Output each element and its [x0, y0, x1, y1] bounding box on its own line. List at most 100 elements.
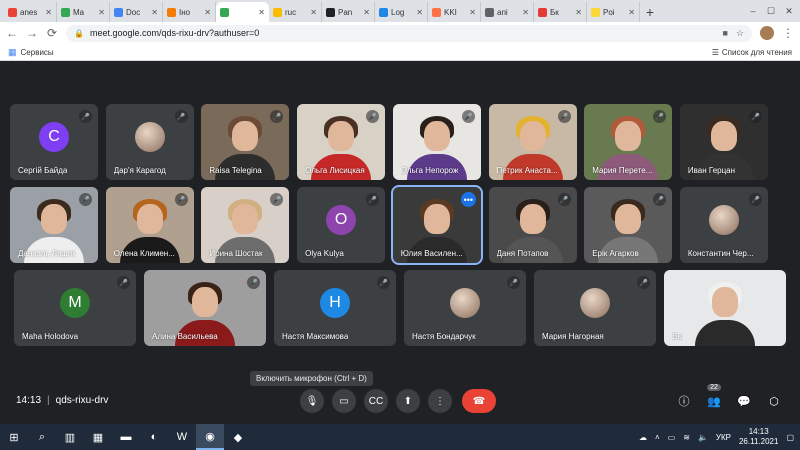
captions-button[interactable]: CC: [364, 389, 388, 413]
tile-options-icon[interactable]: •••: [460, 192, 476, 207]
mic-off-icon: 🎤: [79, 110, 92, 123]
participant-tile[interactable]: 🎤 Алина Васильева: [144, 270, 266, 346]
participant-name: Ольга Лисицкая: [305, 166, 365, 175]
browser-tab[interactable]: Poi ✕: [587, 2, 640, 22]
volume-icon[interactable]: 🔈: [698, 433, 708, 442]
edge-icon[interactable]: ◐: [140, 424, 168, 450]
tab-close-icon[interactable]: ✕: [628, 8, 635, 17]
tab-close-icon[interactable]: ✕: [416, 8, 423, 17]
participant-tile[interactable]: 🎤 Ерік Агарков: [584, 187, 673, 263]
windows-start-icon[interactable]: ⊞: [0, 424, 28, 450]
network-icon[interactable]: ▭: [668, 433, 676, 442]
tab-close-icon[interactable]: ✕: [522, 8, 529, 17]
tab-close-icon[interactable]: ✕: [469, 8, 476, 17]
minimize-icon[interactable]: –: [744, 0, 762, 22]
app-icon[interactable]: ◆: [224, 424, 252, 450]
profile-avatar[interactable]: [760, 26, 774, 40]
participant-tile[interactable]: M 🎤 Maha Holodova: [14, 270, 136, 346]
participant-tile[interactable]: 🎤 Петрик Анаста...: [488, 104, 577, 180]
new-tab-icon[interactable]: +: [640, 2, 660, 22]
file-explorer-icon[interactable]: ▬: [112, 424, 140, 450]
tab-close-icon[interactable]: ✕: [575, 8, 582, 17]
activities-button[interactable]: ⬡: [765, 392, 783, 410]
bookmark-services[interactable]: Сервисы: [21, 48, 54, 57]
bookmark-star-icon[interactable]: ☆: [736, 28, 744, 39]
participant-tile[interactable]: 🎤 Мария Нагорная: [534, 270, 656, 346]
back-icon[interactable]: ←: [6, 26, 18, 40]
apps-grid-icon[interactable]: ▦: [8, 47, 17, 58]
tab-close-icon[interactable]: ✕: [151, 8, 158, 17]
menu-dots-icon[interactable]: ⋮: [782, 26, 794, 40]
participant-tile[interactable]: 🎤 Константин Чер...: [679, 187, 768, 263]
tab-close-icon[interactable]: ✕: [363, 8, 370, 17]
tab-close-icon[interactable]: ✕: [45, 8, 52, 17]
maximize-icon[interactable]: ☐: [762, 0, 780, 22]
browser-tab[interactable]: Бк ✕: [534, 2, 587, 22]
tab-favicon-icon: [114, 7, 123, 17]
present-button[interactable]: ⬆: [396, 389, 420, 413]
task-view-icon[interactable]: ▥: [56, 424, 84, 450]
search-icon[interactable]: ⌕: [28, 424, 56, 450]
wifi-icon[interactable]: ≋: [683, 433, 690, 442]
browser-tab[interactable]: ani ✕: [481, 2, 534, 22]
tab-label: Pan: [338, 7, 353, 17]
browser-tab[interactable]: Doc ✕: [110, 2, 163, 22]
tab-close-icon[interactable]: ✕: [204, 8, 211, 17]
browser-tab[interactable]: KKI ✕: [428, 2, 481, 22]
browser-tab[interactable]: Ma ✕: [57, 2, 110, 22]
reading-list-button[interactable]: ☰ Список для чтения: [712, 48, 792, 57]
browser-tab[interactable]: Log ✕: [375, 2, 428, 22]
tab-close-icon[interactable]: ✕: [98, 8, 105, 17]
leave-call-button[interactable]: ☎: [462, 389, 496, 413]
browser-tab[interactable]: Іно ✕: [163, 2, 216, 22]
browser-tab[interactable]: Pan ✕: [322, 2, 375, 22]
tab-close-icon[interactable]: ✕: [258, 8, 265, 17]
participant-tile[interactable]: 🎤 Даниэль Ляшик: [10, 187, 98, 263]
camera-indicator-icon[interactable]: ■: [722, 28, 727, 39]
mic-off-icon: 🎤: [461, 110, 475, 123]
participant-tile[interactable]: 🎤 Иван Герцан: [679, 104, 768, 180]
participant-tile[interactable]: 🎤 Мария Перете...: [584, 104, 673, 180]
browser-tab[interactable]: ✕: [216, 2, 269, 22]
participant-tile[interactable]: 🎤 Ольга Лисицкая: [297, 104, 386, 180]
participant-tile[interactable]: 🎤 Ирина Шостак: [201, 187, 290, 263]
participant-tile[interactable]: С 🎤 Сергій Байда: [10, 104, 98, 180]
participant-tile[interactable]: 🎤 Ольга Непорож: [392, 104, 481, 180]
forward-icon[interactable]: →: [26, 26, 38, 40]
browser-tab[interactable]: ruc ✕: [269, 2, 322, 22]
language-indicator[interactable]: УКР: [716, 433, 731, 442]
people-button[interactable]: 22 👥: [705, 384, 723, 410]
windows-taskbar: ⊞ ⌕ ▥ ▦ ▬ ◐ W ◉ ◆ ☁ ˄ ▭ ≋ 🔈 УКР 14:13 26…: [0, 424, 800, 450]
reload-icon[interactable]: ⟳: [46, 26, 58, 40]
tab-favicon-icon: [8, 7, 17, 17]
mic-off-icon: 🎤: [117, 276, 130, 289]
participant-tile[interactable]: O 🎤 Olya Kulya: [297, 187, 386, 263]
participant-tile[interactable]: Вы: [664, 270, 786, 346]
participant-tile[interactable]: 🎤 Настя Бондарчук: [404, 270, 526, 346]
tray-arrow-icon[interactable]: ˄: [655, 433, 660, 442]
word-icon[interactable]: W: [168, 424, 196, 450]
participant-tile[interactable]: 🎤 Raisa Telegina: [201, 104, 290, 180]
more-options-button[interactable]: ⋮: [428, 389, 452, 413]
tab-close-icon[interactable]: ✕: [310, 8, 317, 17]
chat-button[interactable]: 💬: [735, 392, 753, 410]
meeting-info-button[interactable]: ⓘ: [675, 392, 693, 410]
browser-tab[interactable]: anes ✕: [4, 2, 57, 22]
participant-tile[interactable]: 🎤 Олена Климен...: [105, 187, 194, 263]
participant-tile[interactable]: ••• Юлия Василен...: [390, 185, 483, 265]
participant-tile[interactable]: 🎤 Даня Потапов: [488, 187, 577, 263]
clock[interactable]: 14:13 26.11.2021: [739, 427, 778, 447]
calculator-icon[interactable]: ▦: [84, 424, 112, 450]
camera-button[interactable]: ▭: [332, 389, 356, 413]
microphone-button[interactable]: 🎙: [300, 389, 324, 413]
notifications-icon[interactable]: ▢: [786, 433, 794, 442]
address-bar[interactable]: 🔒 meet.google.com/qds-rixu-drv?authuser=…: [66, 24, 752, 42]
weather-icon[interactable]: ☁: [639, 433, 647, 442]
mic-off-icon: 🎤: [174, 193, 188, 206]
tab-label: anes: [20, 7, 38, 17]
close-window-icon[interactable]: ✕: [780, 0, 798, 22]
meeting-grid: С 🎤 Сергій Байда 🎤 Дар'я Карагод 🎤 Raisa Teleg…: [0, 62, 800, 424]
participant-tile[interactable]: Н 🎤 Настя Максимова: [274, 270, 396, 346]
participant-tile[interactable]: 🎤 Дар'я Карагод: [105, 104, 194, 180]
chrome-icon[interactable]: ◉: [196, 424, 224, 450]
